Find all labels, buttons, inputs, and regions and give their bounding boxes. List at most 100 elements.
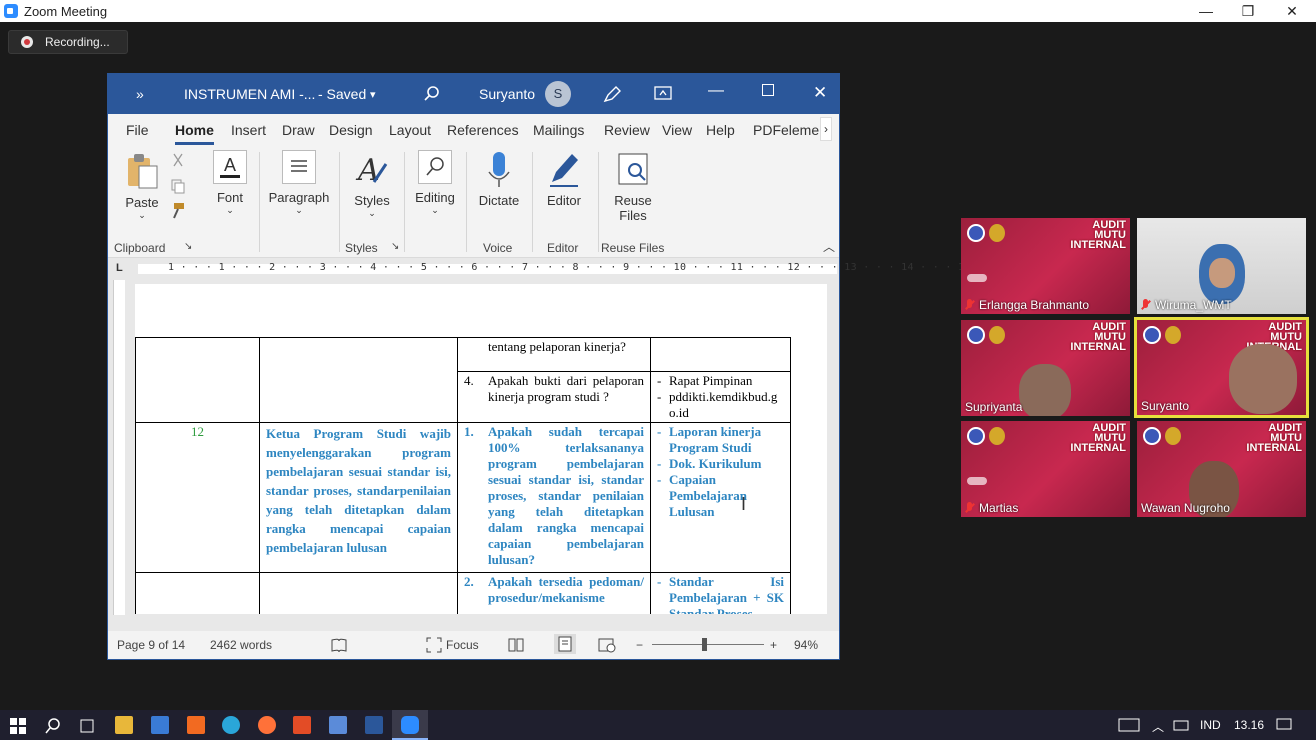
edge-icon[interactable] xyxy=(222,716,240,734)
tab-design[interactable]: Design xyxy=(329,122,373,138)
question-cell[interactable]: 1. Apakah sudah tercapai 100% terlaksanan… xyxy=(457,422,651,573)
tab-selector[interactable]: L xyxy=(116,262,123,274)
word-icon[interactable] xyxy=(365,716,383,734)
recording-indicator[interactable]: Recording... xyxy=(8,30,128,54)
zoom-icon[interactable] xyxy=(401,716,419,734)
evidence-cell[interactable]: - Laporan kinerja Program Studi - Dok. Kur… xyxy=(650,422,791,573)
read-mode-book-icon[interactable] xyxy=(330,637,348,653)
paragraph-button[interactable]: Paragraph ⌄ xyxy=(266,150,332,216)
tab-view[interactable]: View xyxy=(662,122,692,138)
question-cell[interactable]: tentang pelaporan kinerja? xyxy=(457,337,651,372)
document-area[interactable]: tentang pelaporan kinerja? 4. Apakah bukt… xyxy=(108,280,839,632)
participant-tile[interactable]: AUDIT MUTU INTERNAL Martias xyxy=(961,421,1130,517)
focus-icon[interactable] xyxy=(426,637,442,653)
paste-button[interactable]: Paste ⌄ xyxy=(122,152,162,221)
horizontal-ruler[interactable]: L 1 · · · 1 · · · 2 · · · 3 · · · 4 · · … xyxy=(108,258,1084,280)
word-count[interactable]: 2462 words xyxy=(210,638,272,652)
clock[interactable]: 13.16 xyxy=(1234,718,1264,732)
zoom-in-button[interactable]: + xyxy=(770,638,777,652)
task-view-icon[interactable] xyxy=(78,717,96,735)
reuse-files-button[interactable]: Reuse Files xyxy=(606,150,660,223)
tab-layout[interactable]: Layout xyxy=(389,122,431,138)
firefox-icon[interactable] xyxy=(258,716,276,734)
participant-video xyxy=(1019,364,1071,416)
chevron-up-icon[interactable]: ︿ xyxy=(1152,718,1164,735)
row-number[interactable]: 12 xyxy=(135,422,260,573)
computer-icon[interactable] xyxy=(151,716,169,734)
styles-button[interactable]: A Styles ⌄ xyxy=(350,150,394,219)
tab-references[interactable]: References xyxy=(447,122,519,138)
word-maximize-button[interactable] xyxy=(762,84,774,96)
language-indicator[interactable]: IND xyxy=(1200,718,1221,732)
question-cell[interactable]: 2. Apakah tersedia pedoman/ prosedur/meka… xyxy=(457,572,651,614)
tab-pdfelement[interactable]: PDFeleme xyxy=(753,122,819,138)
zoom-slider[interactable] xyxy=(652,644,764,645)
zoom-out-button[interactable]: − xyxy=(636,638,643,652)
collapse-ribbon-icon[interactable]: ︿ xyxy=(823,238,835,255)
pdf-icon[interactable] xyxy=(293,716,311,734)
app-icon[interactable] xyxy=(187,716,205,734)
windows-start-icon[interactable] xyxy=(10,718,26,734)
minimize-button[interactable]: — xyxy=(1184,0,1228,22)
word-minimize-button[interactable]: — xyxy=(708,82,724,100)
avatar[interactable]: S xyxy=(545,81,571,107)
copy-icon[interactable] xyxy=(170,178,186,194)
zoom-app-icon xyxy=(4,4,18,18)
tab-help[interactable]: Help xyxy=(706,122,735,138)
zoom-level[interactable]: 94% xyxy=(794,638,818,652)
ribbon-tabs: File Home Insert Draw Design Layout Refe… xyxy=(108,114,839,146)
focus-label[interactable]: Focus xyxy=(446,638,479,652)
zoom-slider-thumb[interactable] xyxy=(702,638,708,651)
tab-draw[interactable]: Draw xyxy=(282,122,315,138)
participant-tile-active-speaker[interactable]: AUDITMUTUINTERNAL Suryanto xyxy=(1134,317,1309,418)
evidence-cell[interactable]: - Rapat Pimpinan - pddikti.kemdikbud.go.id xyxy=(650,371,791,423)
standard-cell[interactable]: Ketua Program Studi wajib menyelenggarak… xyxy=(259,422,458,573)
participant-tile[interactable]: AUDIT MUTU INTERNAL Wawan Nugroho xyxy=(1137,421,1306,517)
tab-mailings[interactable]: Mailings xyxy=(533,122,584,138)
tab-insert[interactable]: Insert xyxy=(231,122,266,138)
editor-button[interactable]: Editor xyxy=(540,150,588,208)
search-icon[interactable] xyxy=(44,717,62,735)
tab-file[interactable]: File xyxy=(126,122,149,138)
editing-button[interactable]: Editing ⌄ xyxy=(412,150,458,216)
dialog-launcher-icon[interactable]: ↘ xyxy=(391,241,399,252)
dictate-label: Dictate xyxy=(478,193,520,208)
keyboard-icon[interactable] xyxy=(1118,718,1140,732)
notification-icon[interactable] xyxy=(1276,718,1292,732)
tab-review[interactable]: Review xyxy=(604,122,650,138)
tab-home[interactable]: Home xyxy=(175,122,214,145)
search-icon[interactable] xyxy=(424,86,440,102)
page-count[interactable]: Page 9 of 14 xyxy=(117,638,185,652)
close-button[interactable]: ✕ xyxy=(1270,0,1314,22)
window-title: Zoom Meeting xyxy=(24,3,108,19)
pen-icon[interactable] xyxy=(602,85,622,103)
paste-label: Paste xyxy=(125,195,159,210)
read-mode-icon[interactable] xyxy=(508,637,524,653)
tabs-scroll-right[interactable]: › xyxy=(820,117,832,141)
expand-button[interactable]: » xyxy=(136,86,144,102)
participant-tile[interactable]: AUDIT MUTU INTERNAL Erlangga Brahmanto xyxy=(961,218,1130,314)
file-explorer-icon[interactable] xyxy=(115,716,133,734)
save-status[interactable]: - Saved xyxy=(318,86,366,102)
evidence-cell[interactable]: - Standar Isi Pembelajaran + SK Standar P… xyxy=(650,572,791,614)
format-painter-icon[interactable] xyxy=(168,202,186,220)
question-cell[interactable]: 4. Apakah bukti dari pelaporan kinerja pr… xyxy=(457,371,651,423)
ribbon-display-icon[interactable] xyxy=(654,86,672,100)
dialog-launcher-icon[interactable]: ↘ xyxy=(184,241,192,252)
participant-tile[interactable]: AUDIT MUTU INTERNAL Supriyanta xyxy=(961,320,1130,416)
document-title[interactable]: INSTRUMEN AMI -... xyxy=(184,86,315,102)
document-page[interactable]: tentang pelaporan kinerja? 4. Apakah bukt… xyxy=(135,284,827,614)
chevron-down-icon[interactable]: ▾ xyxy=(370,88,376,101)
font-button[interactable]: A Font ⌄ xyxy=(210,150,250,216)
ribbon: Paste ⌄ A Font ⌄ Paragraph ⌄ A Styles ⌄ xyxy=(108,146,839,258)
word-close-button[interactable]: ✕ xyxy=(813,83,827,103)
print-layout-icon[interactable] xyxy=(554,634,576,654)
printer-icon[interactable] xyxy=(329,716,347,734)
user-name[interactable]: Suryanto xyxy=(479,86,535,102)
participant-tile[interactable]: Wiruma_WMT xyxy=(1137,218,1306,314)
web-layout-icon[interactable] xyxy=(598,637,616,653)
restore-button[interactable]: ❐ xyxy=(1226,0,1270,22)
network-icon[interactable] xyxy=(1172,718,1190,732)
dictate-button[interactable]: Dictate xyxy=(474,150,524,208)
cut-icon[interactable] xyxy=(170,152,186,168)
